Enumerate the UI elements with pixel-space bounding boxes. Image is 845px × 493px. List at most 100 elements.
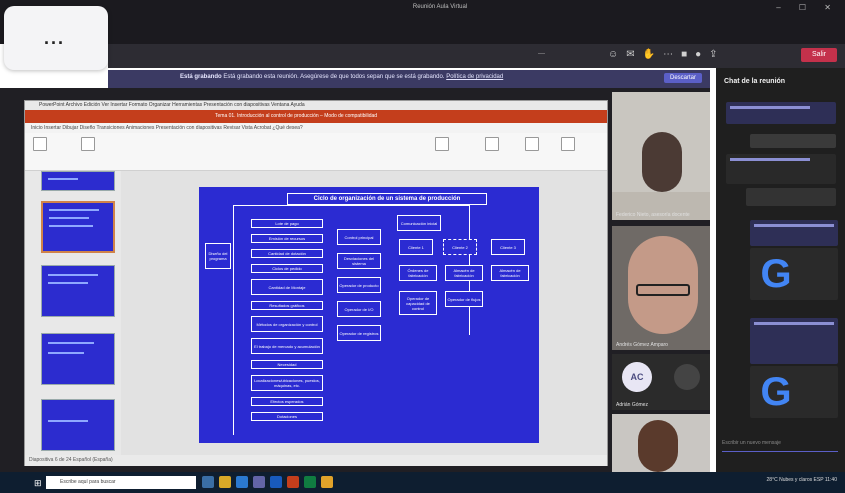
- video-tile-2[interactable]: Andrés Gómez Amparo: [612, 226, 710, 350]
- slide-thumbnail-active[interactable]: [41, 201, 115, 253]
- slide-box: Ciclos de pedido: [251, 264, 323, 273]
- thumb-text: [49, 209, 99, 211]
- link-preview-card[interactable]: G: [750, 366, 838, 418]
- slide-box: Órdenes de fabricación: [399, 265, 437, 281]
- word-icon[interactable]: [270, 476, 282, 488]
- new-slide-icon[interactable]: [81, 137, 95, 151]
- video-tile-1[interactable]: Federico Nieto, asesoría docente: [612, 92, 710, 220]
- thumb-text: [48, 282, 88, 284]
- screen: Reunión Aula Virtual – ☐ ✕ — ☺ ✉ ✋ ⋯ ■ ●…: [0, 0, 845, 493]
- slide-box: Emisión de recursos: [251, 234, 323, 243]
- reaction-bar[interactable]: [750, 134, 836, 148]
- windows-start-icon[interactable]: ⊞: [34, 478, 42, 489]
- more-participants-icon[interactable]: [674, 364, 700, 390]
- leave-button[interactable]: Salir: [801, 48, 837, 62]
- chat-text: [754, 322, 834, 325]
- slide-box: Cantidad de dotación: [251, 249, 323, 258]
- shape-icon[interactable]: [485, 137, 499, 151]
- slide-box: Dotaciones: [251, 412, 323, 421]
- slide-box: Operador de flujos: [445, 291, 483, 307]
- file-explorer-icon[interactable]: [219, 476, 231, 488]
- slide-box-selected[interactable]: Cliente 2: [443, 239, 477, 255]
- slide-box: Efectos esperados: [251, 397, 323, 406]
- share-icon[interactable]: ⇪: [709, 48, 717, 62]
- thumb-text: [48, 420, 88, 422]
- slide-box: Lote de pago: [251, 219, 323, 228]
- window-controls[interactable]: – ☐ ✕: [776, 3, 839, 12]
- paste-icon[interactable]: [33, 137, 47, 151]
- connector: [233, 205, 469, 206]
- google-logo-icon: G: [760, 252, 792, 296]
- current-slide[interactable]: Ciclo de organización de un sistema de p…: [199, 187, 539, 443]
- video-tile-3[interactable]: AC Adrián Gómez: [612, 354, 710, 410]
- teams-title-bar: Reunión Aula Virtual – ☐ ✕: [0, 0, 845, 44]
- taskbar-search[interactable]: Escribe aquí para buscar: [46, 476, 196, 489]
- design-icon[interactable]: [561, 137, 575, 151]
- participant-video: [642, 132, 682, 192]
- camera-icon[interactable]: ■: [681, 48, 687, 62]
- ellipsis-icon: ...: [44, 28, 66, 48]
- raise-hand-icon[interactable]: ✋: [643, 48, 655, 62]
- thumb-text: [48, 342, 94, 344]
- thumb-text: [48, 274, 98, 276]
- slide-box: Necesidad: [251, 360, 323, 369]
- dismiss-button[interactable]: Descartar: [663, 73, 702, 83]
- mic-icon[interactable]: ●: [695, 48, 701, 62]
- notification-text: Está grabando Está grabando esta reunión…: [180, 74, 503, 80]
- ppt-menu-bar[interactable]: PowerPoint Archivo Edición Ver Insertar …: [25, 101, 607, 110]
- chrome-icon[interactable]: [321, 476, 333, 488]
- slide-title: Ciclo de organización de un sistema de p…: [287, 193, 487, 205]
- arrange-icon[interactable]: [525, 137, 539, 151]
- slide-box: Almacén de fabricación: [491, 265, 529, 281]
- slide-thumbnail[interactable]: [41, 399, 115, 451]
- slide-box: El trabajo de mercado y acumulación: [251, 338, 323, 354]
- powerpoint-icon[interactable]: [287, 476, 299, 488]
- slide-thumbnail[interactable]: [41, 333, 115, 385]
- ppt-ribbon-tabs[interactable]: Inicio Insertar Dibujar Diseño Transicio…: [25, 123, 607, 133]
- thumb-text: [49, 217, 89, 219]
- thumb-text: [48, 178, 78, 180]
- notification-message: Está grabando esta reunión. Asegúrese de…: [223, 74, 445, 80]
- chat-message: [750, 318, 838, 364]
- connector: [233, 205, 234, 435]
- slide-thumbnail[interactable]: [41, 171, 115, 191]
- slide-box: Resultados gráficos: [251, 301, 323, 310]
- slide-box: Cliente 1: [399, 239, 433, 255]
- more-icon[interactable]: ⋯: [663, 48, 673, 62]
- task-view-icon[interactable]: [202, 476, 214, 488]
- thumb-text: [48, 352, 84, 354]
- window-title: Reunión Aula Virtual: [412, 4, 468, 10]
- chat-input[interactable]: Escribir un nuevo mensaje: [722, 440, 838, 452]
- privacy-link[interactable]: Política de privacidad: [446, 74, 503, 80]
- chat-message: [726, 154, 836, 184]
- teams-icon[interactable]: [253, 476, 265, 488]
- system-tray[interactable]: 28°C Nubes y claros ESP 11:40: [767, 477, 837, 483]
- slide-box: Comunicación inicial: [397, 215, 441, 231]
- slide-box: Operador de producto: [337, 277, 381, 293]
- participant-name: Andrés Gómez Amparo: [616, 342, 668, 348]
- people-icon[interactable]: ☺: [608, 48, 618, 62]
- chat-attachment[interactable]: [746, 188, 836, 206]
- chat-text: [754, 224, 834, 227]
- slide-box: Cantidad de Montaje: [251, 279, 323, 295]
- picture-icon[interactable]: [435, 137, 449, 151]
- link-preview-card[interactable]: G: [750, 248, 838, 300]
- slide-thumbnail[interactable]: [41, 265, 115, 317]
- thumb-text: [49, 225, 93, 227]
- glasses-icon: [636, 284, 690, 296]
- more-options-popup[interactable]: ...: [4, 6, 108, 70]
- slide-thumbnails: [25, 171, 121, 455]
- slide-box: Operador de I/O: [337, 301, 381, 317]
- chat-icon[interactable]: ✉: [626, 48, 634, 62]
- video-tile-self[interactable]: [612, 414, 710, 472]
- self-video: [638, 420, 678, 472]
- chat-text: [730, 106, 810, 109]
- chat-title: Chat de la reunión: [724, 78, 786, 85]
- meeting-toolbar: — ☺ ✉ ✋ ⋯ ■ ● ⇪ Salir: [108, 44, 845, 68]
- excel-icon[interactable]: [304, 476, 316, 488]
- chat-message: [750, 220, 838, 246]
- slide-box-left: Diseño del programa: [205, 243, 231, 269]
- participant-name: Adrián Gómez: [616, 402, 648, 408]
- edge-icon[interactable]: [236, 476, 248, 488]
- slide-box: Desviaciones del sistema: [337, 253, 381, 269]
